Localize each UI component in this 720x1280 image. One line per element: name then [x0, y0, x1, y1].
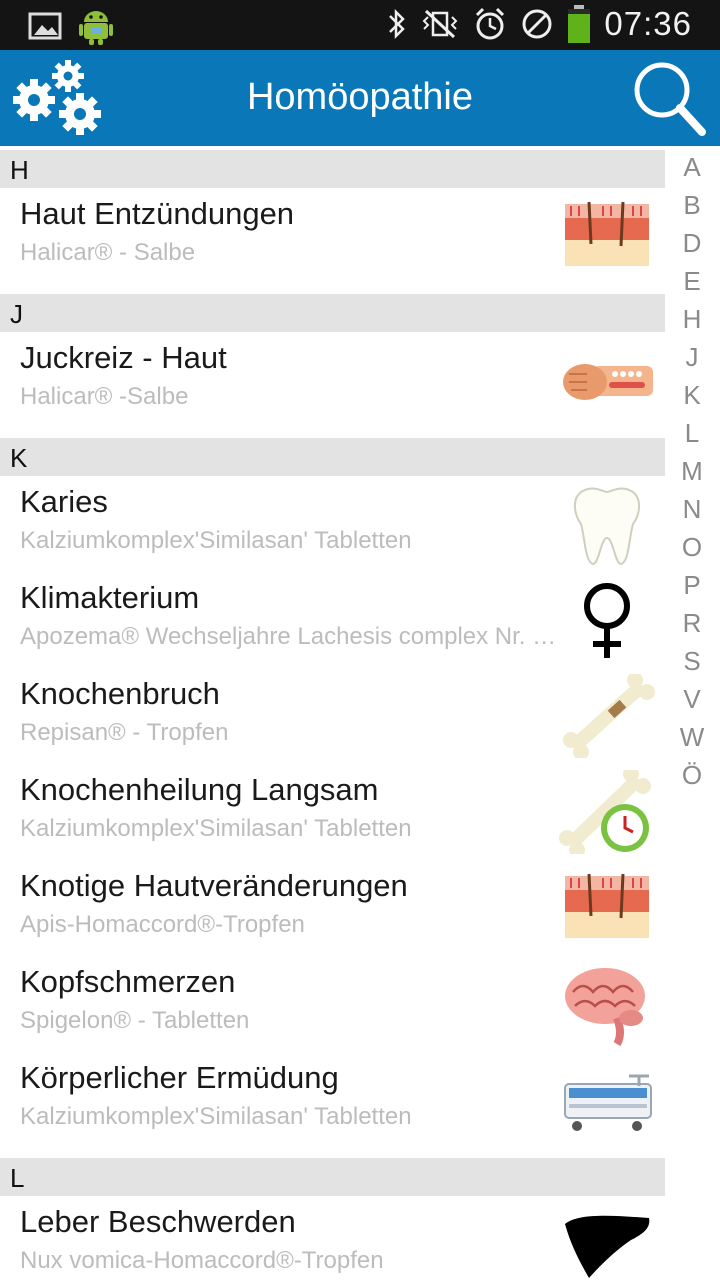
item-title: Karies: [20, 484, 108, 519]
item-subtitle: Kalziumkomplex'Similasan' Tabletten: [20, 815, 412, 842]
bone-clock-icon: [559, 770, 651, 854]
search-button[interactable]: [630, 60, 710, 140]
arm-rash-icon: [563, 364, 653, 400]
brain-icon: [565, 968, 645, 1046]
item-title: Kopfschmerzen: [20, 964, 236, 999]
index-letter[interactable]: K: [672, 380, 712, 418]
list-item[interactable]: Haut Entzündungen Halicar® - Salbe: [0, 188, 665, 284]
index-letter[interactable]: H: [672, 304, 712, 342]
liver-icon: [565, 1215, 650, 1278]
index-letter[interactable]: R: [672, 608, 712, 646]
index-letter[interactable]: Ö: [672, 760, 712, 798]
tooth-icon: [574, 487, 640, 566]
item-title: Knotige Hautveränderungen: [20, 868, 408, 903]
bluetooth-icon: [389, 8, 406, 40]
index-letter[interactable]: J: [672, 342, 712, 380]
index-letter[interactable]: W: [672, 722, 712, 760]
android-robot-icon: [79, 11, 113, 45]
item-subtitle: Kalziumkomplex'Similasan' Tabletten: [20, 1103, 412, 1130]
status-bar: 07:36: [0, 0, 720, 50]
section-header-l: L: [0, 1158, 665, 1196]
female-symbol-icon: [584, 583, 630, 658]
hospital-bed-icon: [564, 1074, 652, 1131]
item-title: Knochenheilung Langsam: [20, 772, 379, 807]
no-signal-icon: [522, 9, 552, 39]
alarm-icon: [476, 7, 505, 40]
item-subtitle: Repisan® - Tropfen: [20, 719, 229, 746]
app-bar: Homöopathie: [0, 50, 720, 146]
index-letter[interactable]: M: [672, 456, 712, 494]
list-item[interactable]: Karies Kalziumkomplex'Similasan' Tablett…: [0, 476, 665, 572]
divider: [0, 284, 665, 294]
page-title: Homöopathie: [246, 76, 474, 118]
section-header-j: J: [0, 294, 665, 332]
index-letter[interactable]: V: [672, 684, 712, 722]
item-subtitle: Apis-Homaccord®-Tropfen: [20, 911, 305, 938]
list-item[interactable]: Kopfschmerzen Spigelon® - Tabletten: [0, 956, 665, 1052]
index-letter[interactable]: O: [672, 532, 712, 570]
item-title: Klimakterium: [20, 580, 200, 615]
item-title: Leber Beschwerden: [20, 1204, 296, 1239]
index-letter[interactable]: D: [672, 228, 712, 266]
list-item[interactable]: Knochenheilung Langsam Kalziumkomplex'Si…: [0, 764, 665, 860]
item-title: Juckreiz - Haut: [20, 340, 227, 375]
list-item[interactable]: Klimakterium Apozema® Wechseljahre Lache…: [0, 572, 665, 668]
index-letter[interactable]: B: [672, 190, 712, 228]
divider: [0, 1148, 665, 1158]
alphabet-index[interactable]: A B D E H J K L M N O P R S V W Ö: [672, 152, 712, 798]
item-subtitle: Halicar® -Salbe: [20, 383, 189, 410]
gallery-notification-icon: [28, 12, 62, 40]
index-letter[interactable]: A: [672, 152, 712, 190]
index-letter[interactable]: N: [672, 494, 712, 532]
item-subtitle: Spigelon® - Tabletten: [20, 1007, 250, 1034]
item-subtitle: Kalziumkomplex'Similasan' Tabletten: [20, 527, 412, 554]
index-letter[interactable]: P: [672, 570, 712, 608]
vibrate-mute-icon: [422, 9, 458, 39]
index-letter[interactable]: L: [672, 418, 712, 456]
item-title: Knochenbruch: [20, 676, 220, 711]
search-icon: [634, 62, 706, 136]
item-subtitle: Nux vomica-Homaccord®-Tropfen: [20, 1247, 384, 1274]
section-header-h: H: [0, 150, 665, 188]
index-letter[interactable]: S: [672, 646, 712, 684]
index-letter[interactable]: E: [672, 266, 712, 304]
section-header-k: K: [0, 438, 665, 476]
status-time: 07:36: [604, 5, 692, 42]
item-subtitle: Halicar® - Salbe: [20, 239, 196, 266]
divider: [0, 428, 665, 438]
list-item[interactable]: Knotige Hautveränderungen Apis-Homaccord…: [0, 860, 665, 956]
bone-icon: [563, 674, 655, 758]
skin-icon: [565, 201, 649, 266]
battery-icon: [568, 5, 591, 43]
list-item[interactable]: Körperlicher Ermüdung Kalziumkomplex'Sim…: [0, 1052, 665, 1148]
list-item[interactable]: Knochenbruch Repisan® - Tropfen: [0, 668, 665, 764]
remedy-list[interactable]: H Haut Entzündungen Halicar® - Salbe J J…: [0, 146, 665, 1280]
list-item[interactable]: Juckreiz - Haut Halicar® -Salbe: [0, 332, 665, 428]
list-item[interactable]: Leber Beschwerden Nux vomica-Homaccord®-…: [0, 1196, 665, 1280]
item-title: Haut Entzündungen: [20, 196, 295, 231]
item-title: Körperlicher Ermüdung: [20, 1060, 339, 1095]
item-subtitle: Apozema® Wechseljahre Lachesis complex N…: [20, 623, 558, 650]
skin-icon: [565, 873, 649, 938]
